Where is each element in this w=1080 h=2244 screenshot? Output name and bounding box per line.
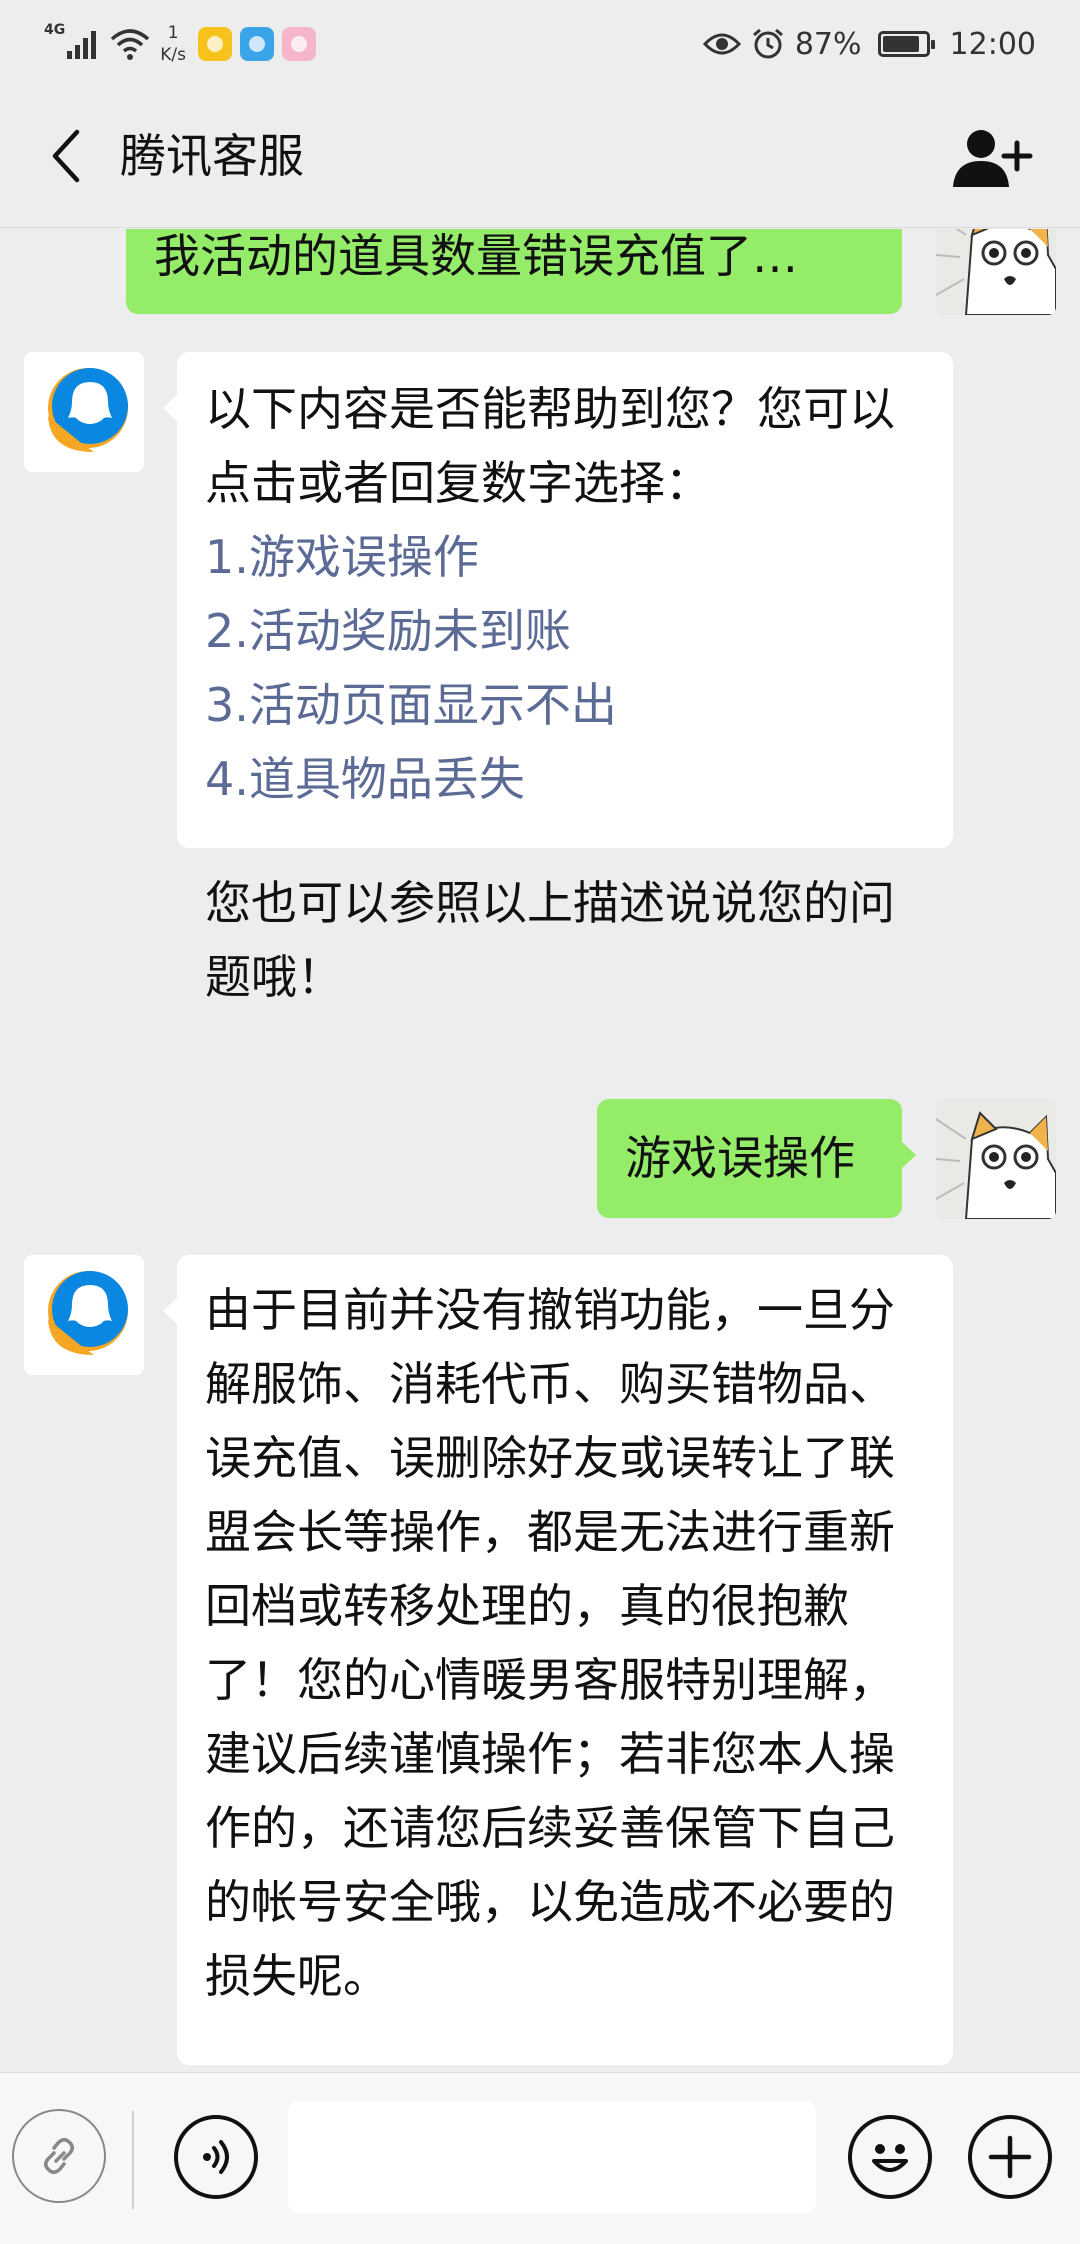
back-button[interactable] xyxy=(36,124,96,188)
service-avatar[interactable] xyxy=(24,1255,144,1375)
nav-bar: 腾讯客服 xyxy=(0,88,1080,228)
speed-unit: K/s xyxy=(160,45,186,65)
plus-icon xyxy=(988,2135,1032,2179)
emoji-button[interactable] xyxy=(848,2115,932,2199)
page-title: 腾讯客服 xyxy=(120,129,304,183)
option-link[interactable]: 2.活动奖励未到账 xyxy=(205,594,929,668)
chat-area[interactable]: 我活动的道具数量错误充值了… 以下内容是否能帮助到您？您可以点击或者回复数字选择… xyxy=(0,229,1080,2072)
message-input[interactable] xyxy=(288,2101,816,2213)
message-text: 我活动的道具数量错误充值了… xyxy=(154,229,798,283)
notification-app-icon xyxy=(281,27,316,61)
voice-button[interactable] xyxy=(174,2115,258,2199)
signal-icon xyxy=(67,29,97,59)
speed-value: 1 xyxy=(167,23,179,43)
clock: 12:00 xyxy=(949,26,1036,62)
message-bubble-incoming[interactable]: 由于目前并没有撤销功能，一旦分解服饰、消耗代币、购买错物品、误充值、误删除好友或… xyxy=(163,1255,953,2065)
battery-percent: 87% xyxy=(794,26,862,62)
network-type: 4G xyxy=(44,22,66,38)
user-avatar[interactable] xyxy=(936,229,1056,315)
status-left: 4G 1 K/s xyxy=(44,14,324,74)
option-link[interactable]: 1.游戏误操作 xyxy=(205,520,929,594)
battery-level xyxy=(882,36,920,52)
link-button[interactable] xyxy=(12,2109,106,2203)
tencent-service-logo-icon xyxy=(48,368,128,452)
wifi-icon xyxy=(111,29,150,60)
add-person-icon xyxy=(953,130,1033,187)
divider xyxy=(132,2111,134,2209)
status-bar: 4G 1 K/s 87% 12:00 xyxy=(0,0,1080,88)
message-bubble-outgoing[interactable]: 我活动的道具数量错误充值了… xyxy=(126,229,902,314)
message-bubble-outgoing[interactable]: 游戏误操作 xyxy=(597,1099,916,1218)
message-text: 游戏误操作 xyxy=(625,1131,855,1185)
notification-app-icon xyxy=(197,27,232,61)
tencent-service-logo-icon xyxy=(48,1271,128,1355)
link-icon xyxy=(44,2138,74,2174)
network-speed: 1 K/s xyxy=(160,22,186,66)
notification-app-icon xyxy=(239,27,274,61)
option-link[interactable]: 4.道具物品丢失 xyxy=(205,742,929,816)
more-button[interactable] xyxy=(968,2115,1052,2199)
eye-icon xyxy=(702,33,741,55)
voice-icon xyxy=(203,2140,229,2174)
status-right: 87% 12:00 xyxy=(702,14,1036,74)
input-bar xyxy=(0,2072,1080,2244)
option-link[interactable]: 3.活动页面显示不出 xyxy=(205,668,929,742)
battery-icon xyxy=(877,31,935,57)
alarm-icon xyxy=(752,28,783,59)
service-avatar[interactable] xyxy=(24,352,144,472)
message-bubble-incoming[interactable]: 以下内容是否能帮助到您？您可以点击或者回复数字选择： 1.游戏误操作 2.活动奖… xyxy=(163,352,953,1004)
emoji-icon xyxy=(872,2144,908,2172)
chevron-left-icon xyxy=(52,129,80,183)
message-text: 由于目前并没有撤销功能，一旦分解服饰、消耗代币、购买错物品、误充值、误删除好友或… xyxy=(205,1283,895,2003)
cat-avatar-image xyxy=(936,1099,1056,1219)
cat-avatar-image xyxy=(936,229,1056,315)
message-intro: 以下内容是否能帮助到您？您可以点击或者回复数字选择： xyxy=(205,382,895,510)
add-friend-button[interactable] xyxy=(950,124,1034,192)
message-outro: 您也可以参照以上描述说说您的问题哦！ xyxy=(205,876,895,1004)
user-avatar[interactable] xyxy=(936,1099,1056,1219)
